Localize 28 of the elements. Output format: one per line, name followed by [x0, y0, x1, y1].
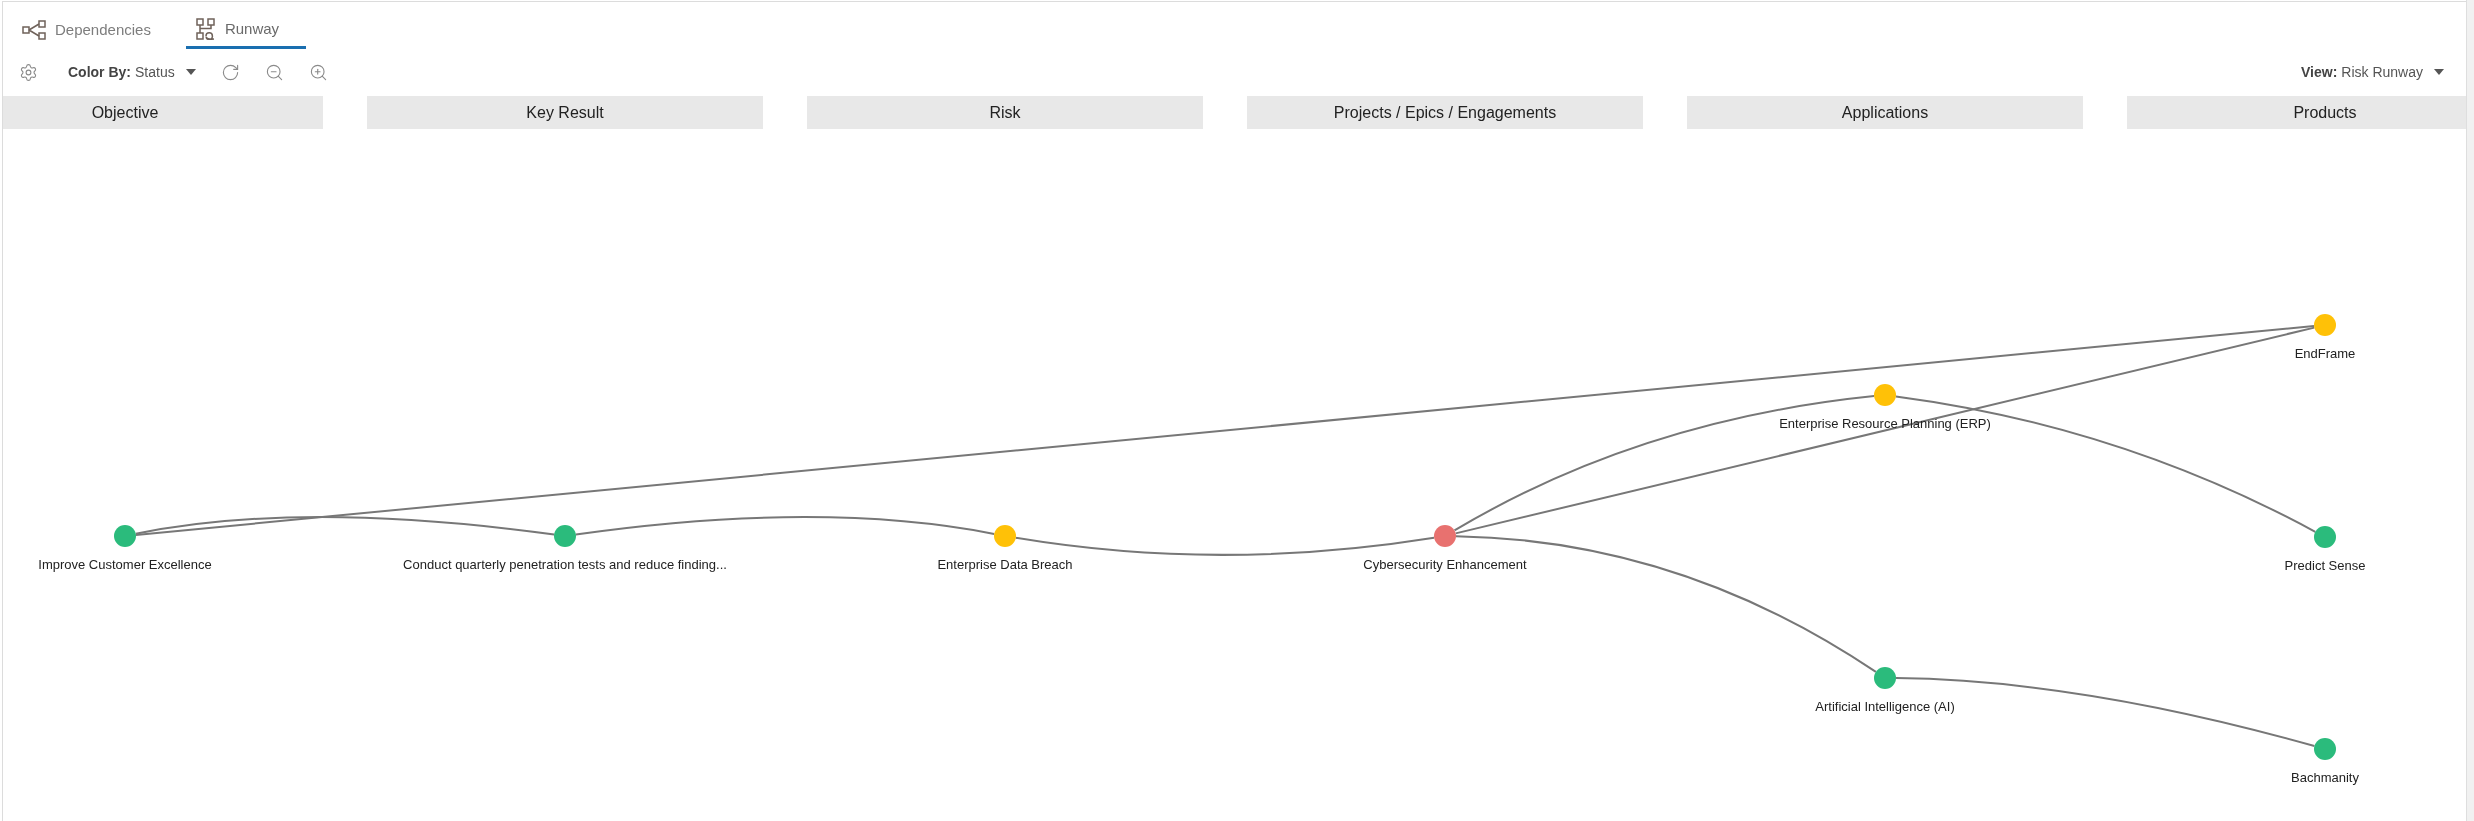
node-label: Enterprise Data Breach [937, 557, 1073, 572]
flowchart-icon [195, 18, 216, 40]
refresh-icon[interactable] [220, 62, 240, 82]
zoom-in-icon[interactable] [308, 62, 328, 82]
settings-icon[interactable] [19, 62, 38, 82]
node-label: Improve Customer Excellence [38, 557, 212, 572]
node-label: Bachmanity [2291, 770, 2359, 785]
zoom-out-icon[interactable] [264, 62, 284, 82]
column-header: Projects / Epics / Engagements [1247, 96, 1643, 129]
tab[interactable]: Dependencies [12, 20, 161, 49]
column-header: Key Result [367, 96, 763, 129]
node-label: Artificial Intelligence (AI) [1815, 699, 1955, 714]
node-label: Enterprise Resource Planning (ERP) [1779, 416, 1991, 431]
color-by-dropdown[interactable]: Color By: Status [68, 64, 196, 80]
node-label: EndFrame [2294, 346, 2356, 361]
column-header: Products [2127, 96, 2466, 129]
node-label: Conduct quarterly penetration tests and reduce finding... [403, 557, 727, 572]
column-header: Applications [1687, 96, 2083, 129]
scrollbar-track[interactable] [2466, 0, 2474, 821]
node-label: Predict Sense [2284, 558, 2366, 573]
caret-icon [2434, 69, 2444, 75]
column-header: Objective [3, 96, 323, 129]
network-icon [22, 20, 46, 40]
node-label: Cybersecurity Enhancement [1363, 557, 1527, 572]
view-dropdown[interactable]: View: Risk Runway [2301, 64, 2444, 80]
column-header: Risk [807, 96, 1203, 129]
caret-icon [185, 69, 196, 75]
tab[interactable]: Runway [185, 18, 306, 49]
